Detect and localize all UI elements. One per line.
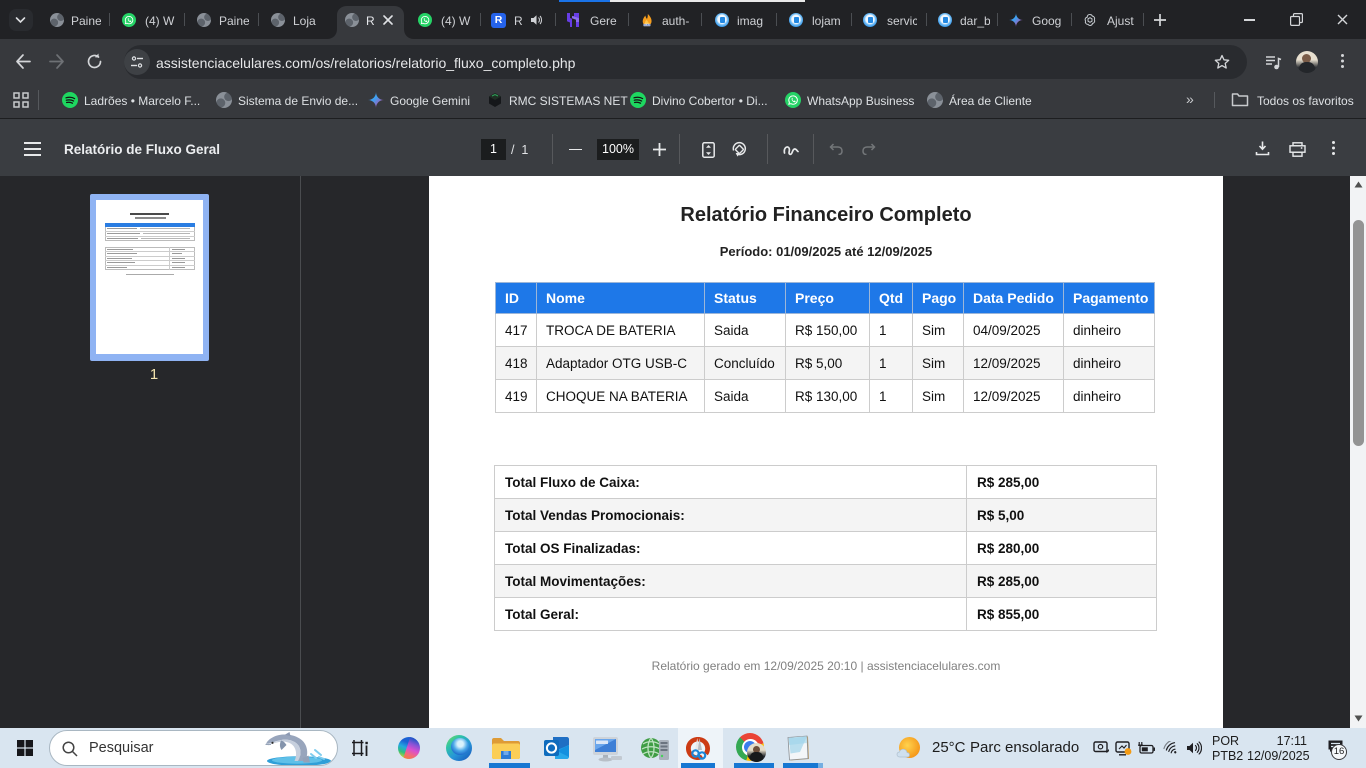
svg-text:PABX: PABX: [644, 23, 651, 27]
